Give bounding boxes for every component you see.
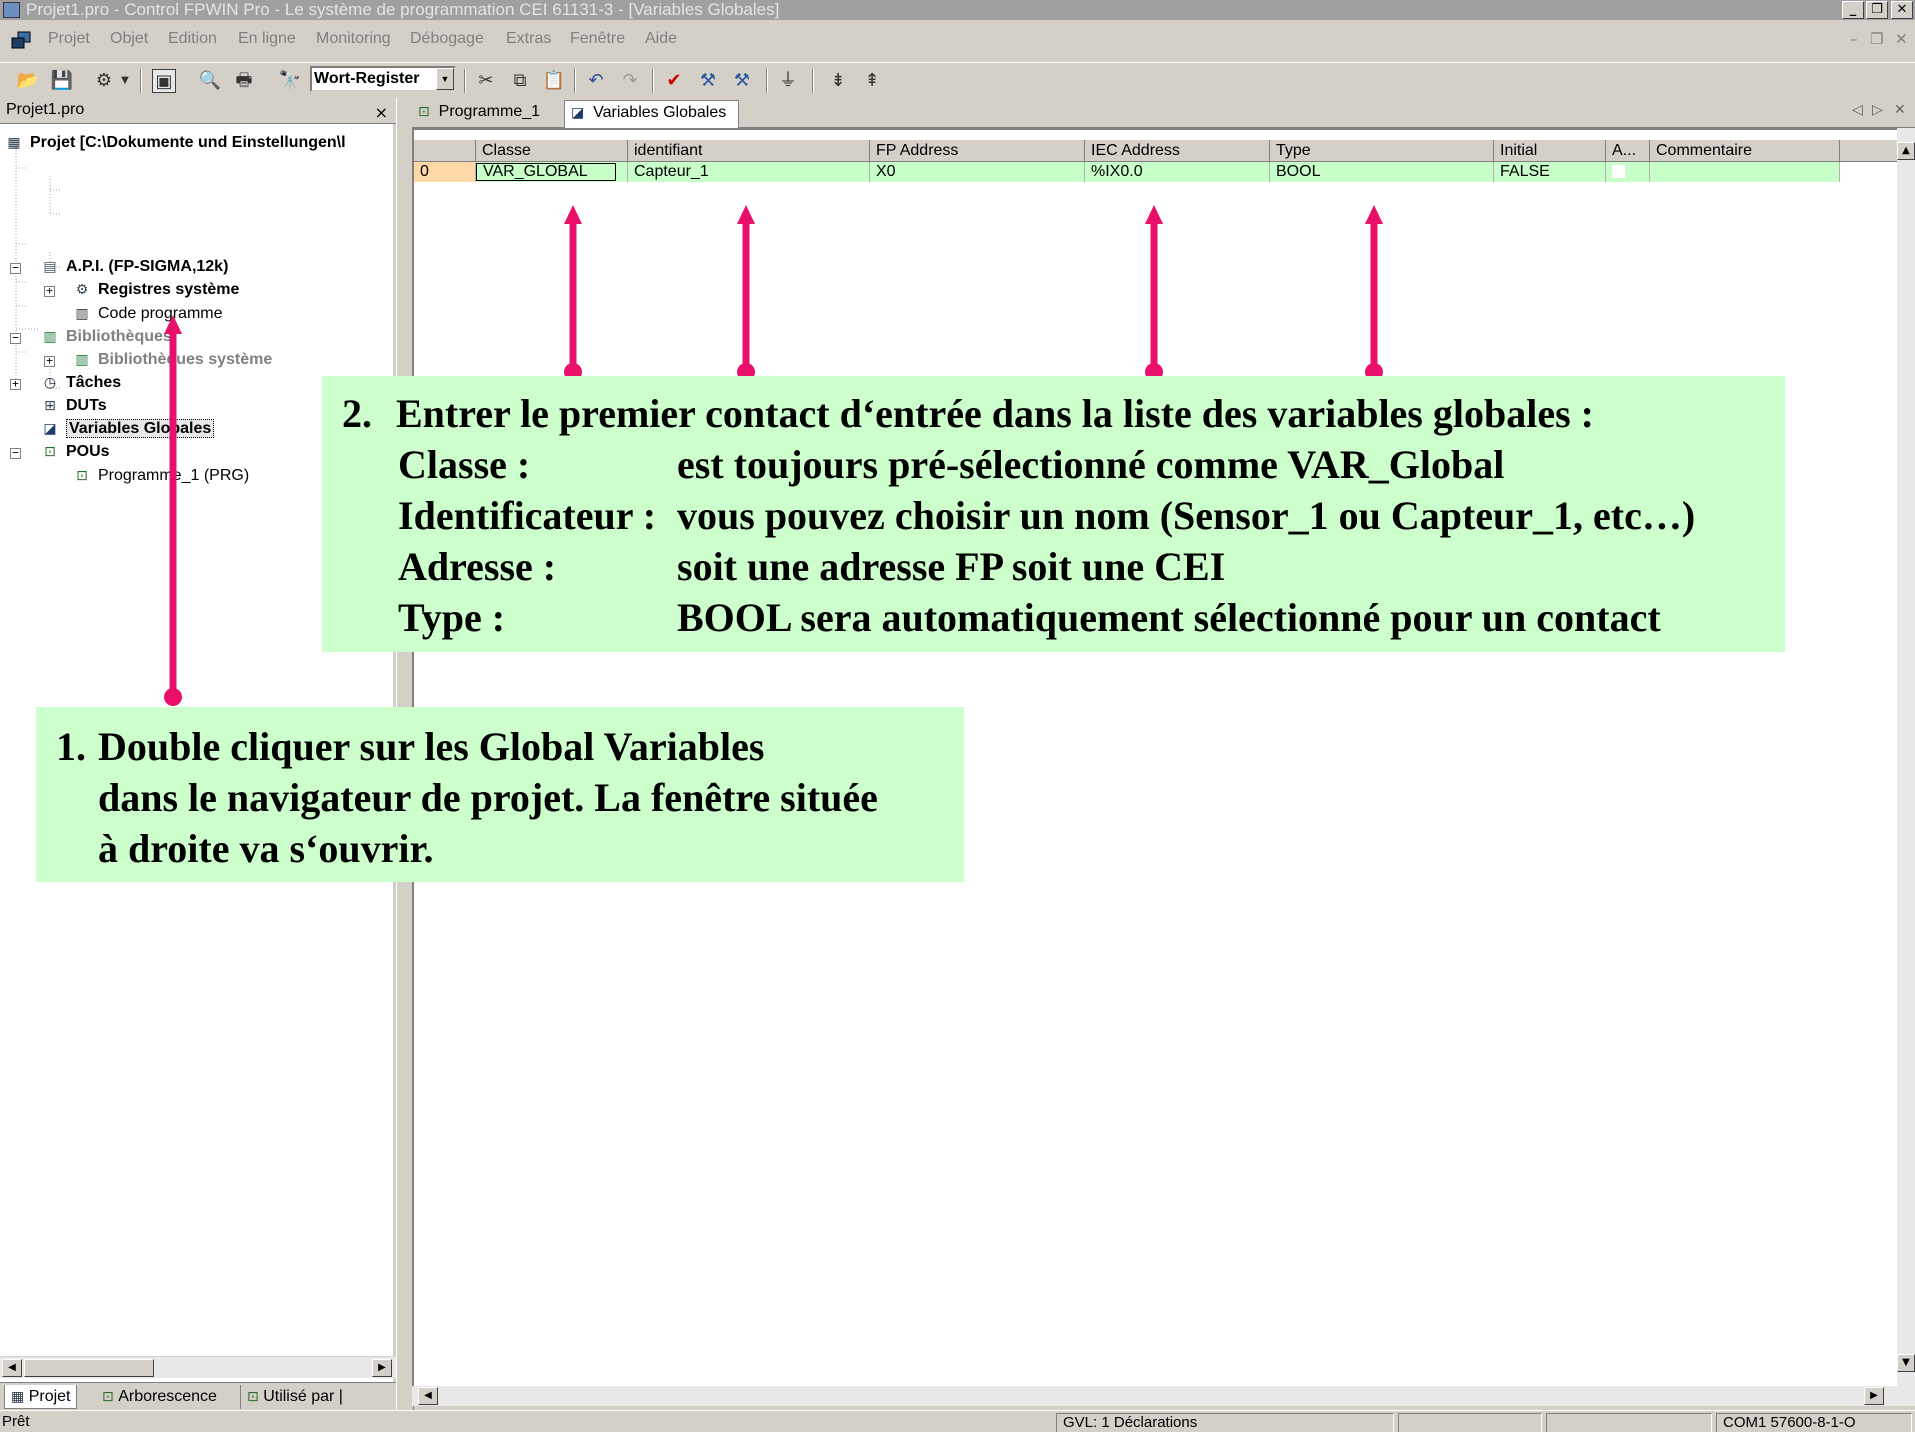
callout-heading: Entrer le premier contact d‘entrée dans … — [396, 391, 1594, 436]
callout-label: Adresse : — [398, 544, 557, 589]
annotation-callout-step1: 1. Double cliquer sur les Global Variabl… — [36, 707, 964, 882]
callout-value: est toujours pré-sélectionné comme VAR_G… — [677, 442, 1505, 487]
annotation-callout-step2: 2. Entrer le premier contact d‘entrée da… — [322, 376, 1785, 652]
callout-label: Type : — [398, 595, 506, 640]
callout-label: Classe : — [398, 442, 531, 487]
callout-value: vous pouvez choisir un nom (Sensor_1 ou … — [677, 493, 1696, 538]
callout-label: Identificateur : — [398, 493, 657, 538]
callout-step-number: 2. — [342, 391, 372, 436]
callout-line: Double cliquer sur les Global Variables — [98, 724, 765, 769]
callout-line: à droite va s‘ouvrir. — [98, 826, 434, 871]
callout-value: BOOL sera automatiquement sélectionné po… — [677, 595, 1661, 640]
callout-value: soit une adresse FP soit une CEI — [677, 544, 1226, 589]
callout-line: dans le navigateur de projet. La fenêtre… — [98, 775, 878, 820]
callout-step-number: 1. — [56, 724, 86, 769]
